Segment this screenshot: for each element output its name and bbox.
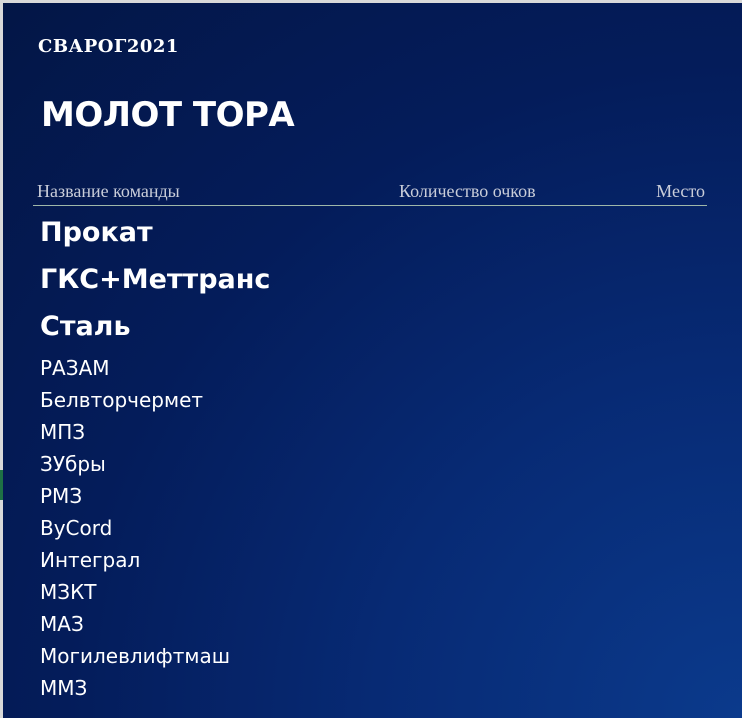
team-list: Прокат ГКС+Меттранс Сталь РАЗАМ Белвторч… — [40, 211, 270, 704]
header-team-name: Название команды — [37, 181, 180, 201]
team-row: ГКС+Меттранс — [40, 264, 271, 295]
team-row: Белвторчермет — [40, 388, 204, 412]
header-place: Место — [656, 181, 705, 201]
team-row: МАЗ — [40, 612, 84, 636]
team-row: РМЗ — [40, 484, 83, 508]
team-row: ЗУбры — [40, 452, 106, 476]
header-divider — [33, 205, 707, 206]
team-row: МЗКТ — [40, 580, 97, 604]
team-row: Сталь — [40, 311, 131, 342]
scoreboard-slide: СВАРОГ2021 МОЛОТ ТОРА Название команды К… — [3, 3, 742, 718]
team-row: Могилевлифтмаш — [40, 644, 231, 668]
table-header: Название команды Количество очков Место — [35, 181, 707, 203]
team-row: ByCord — [40, 516, 113, 540]
team-row: Прокат — [40, 217, 153, 248]
header-points: Количество очков — [399, 181, 536, 201]
team-row: ММЗ — [40, 676, 88, 700]
brand-logo-text: СВАРОГ2021 — [38, 36, 179, 57]
team-row: Интеграл — [40, 548, 141, 572]
page-title: МОЛОТ ТОРА — [41, 95, 295, 135]
team-row: МПЗ — [40, 420, 86, 444]
team-row: РАЗАМ — [40, 356, 110, 380]
